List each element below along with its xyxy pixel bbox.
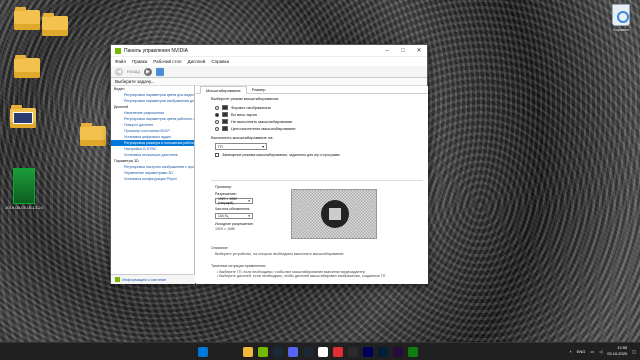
audition-icon[interactable] [363, 347, 373, 357]
description-text: Выберите устройство, на котором необходи… [215, 252, 345, 256]
refresh-rate-dropdown[interactable]: 144 Гц ▾ [215, 213, 253, 219]
folder-icon [42, 13, 68, 36]
notification-icon[interactable]: ▢ [632, 349, 636, 354]
network-icon[interactable]: ▭ [590, 349, 594, 354]
menu-help[interactable]: Справка [211, 59, 229, 64]
desktop-photo-folder[interactable] [6, 105, 40, 129]
preview-heading: Просмотр [215, 185, 232, 189]
tab-strip: Масштабирование Размер [196, 86, 428, 94]
perform-on-label: Выполнить масштабирование на: [211, 135, 274, 140]
scaling-content: Выберите режим масштабирования: Формат и… [211, 96, 423, 278]
desktop-video-file[interactable]: 2019-08-03 16-13-24 [2, 168, 46, 210]
acrobat-icon[interactable] [348, 347, 358, 357]
no-scaling-icon [222, 119, 228, 124]
aspect-ratio-icon [222, 105, 228, 110]
desktop-recycle-bin[interactable]: Корзина [604, 4, 638, 32]
taskbar-icons [198, 347, 418, 357]
system-tray: ˄ ENG ▭ ◁ 13:55 03.10.2020 ▢ [569, 345, 636, 357]
folder-icon [80, 123, 106, 146]
radio-button[interactable] [215, 105, 219, 110]
taskbar: ˄ ENG ▭ ◁ 13:55 03.10.2020 ▢ [0, 342, 640, 360]
back-label[interactable]: Назад [127, 69, 140, 74]
chevron-down-icon: ▾ [248, 199, 250, 203]
nvidia-control-panel-window: Панель управления NVIDIA – □ ✕ Файл Прав… [110, 44, 428, 284]
resolution-dropdown[interactable]: 1920 × 1080 (текущий) ▾ [215, 197, 253, 205]
resolution-label: Разрешение: [215, 192, 237, 196]
nvidia-icon[interactable] [258, 347, 268, 357]
desktop-folder-3[interactable] [38, 13, 72, 37]
task-tree: Видео Регулировка параметров цвета для в… [111, 86, 195, 274]
perform-on-dropdown[interactable]: ГП ▾ [215, 143, 267, 150]
window-title: Панель управления NVIDIA [124, 47, 188, 54]
steam-2-icon[interactable] [303, 347, 313, 357]
radio-button-selected[interactable] [215, 112, 219, 117]
menu-display[interactable]: Дисплей [188, 59, 206, 64]
integer-scaling-icon [222, 126, 228, 131]
select-task-header: Выберите задачу... [111, 78, 427, 86]
override-checkbox-row[interactable]: Замещение режима масштабирования, заданн… [211, 152, 423, 158]
toolbar: ◀ Назад ▶ [111, 66, 427, 78]
premiere-icon[interactable] [393, 347, 403, 357]
nvidia-small-icon [115, 277, 120, 282]
explorer-icon[interactable] [243, 347, 253, 357]
radio-button[interactable] [215, 126, 219, 131]
nvidia-icon [115, 47, 121, 54]
preview-section: Просмотр Разрешение: 1920 × 1080 (текущи… [211, 180, 423, 240]
search-icon[interactable] [213, 347, 223, 357]
tab-scaling[interactable]: Масштабирование [200, 86, 247, 94]
volume-icon[interactable]: ◁ [599, 349, 602, 354]
forward-arrow-icon[interactable]: ▶ [143, 67, 152, 76]
xbox-icon[interactable] [408, 347, 418, 357]
radio-button[interactable] [215, 119, 219, 124]
folder-icon [14, 55, 40, 78]
desktop-folder-4[interactable] [76, 123, 110, 147]
fullscreen-icon [222, 112, 228, 117]
language-indicator[interactable]: ENG [577, 349, 586, 354]
chevron-down-icon: ▾ [262, 145, 264, 149]
source-resolution-value: 1920 × 1080 [215, 227, 236, 231]
task-view-icon[interactable] [228, 347, 238, 357]
chevron-down-icon: ▾ [248, 214, 250, 218]
minimize-icon[interactable]: – [379, 48, 395, 54]
chevron-up-icon[interactable]: ˄ [569, 349, 571, 354]
settings-pane: Масштабирование Размер Выберите режим ма… [196, 86, 428, 284]
windows-icon[interactable] [198, 347, 208, 357]
scaling-mode-option[interactable]: Целочисленное масштабирование [211, 125, 423, 132]
usage-heading: Типичные ситуации применения: [211, 264, 267, 268]
tree-item-physx[interactable]: Установка конфигурации PhysX [111, 176, 194, 182]
menu-desktop[interactable]: Рабочий стол [153, 59, 181, 64]
system-info-link[interactable]: Информация о системе [111, 274, 195, 284]
recycle-bin-icon [612, 4, 630, 26]
menu-file[interactable]: Файл [115, 59, 126, 64]
desktop-folder-2[interactable] [10, 55, 44, 79]
scaling-mode-option[interactable]: Формат изображения [211, 104, 423, 111]
description-section: Описание: Выберите устройство, на которо… [211, 246, 423, 278]
source-resolution-label: Исходное разрешение: [215, 222, 254, 226]
clock[interactable]: 13:55 03.10.2020 [607, 345, 627, 357]
scaling-mode-heading: Выберите режим масштабирования: [211, 96, 279, 101]
back-arrow-icon[interactable]: ◀ [115, 67, 123, 76]
tab-size[interactable]: Размер [247, 86, 271, 93]
home-icon[interactable] [155, 67, 164, 76]
folder-icon [14, 7, 40, 30]
usage-item: • Выберите дисплей, если необходимо, что… [217, 274, 386, 278]
menu-edit[interactable]: Правка [132, 59, 147, 64]
photo-folder-icon [10, 105, 36, 128]
steam-icon[interactable] [273, 347, 283, 357]
title-bar[interactable]: Панель управления NVIDIA – □ ✕ [111, 45, 427, 57]
video-thumbnail-icon [13, 168, 35, 204]
menu-bar: Файл Правка Рабочий стол Дисплей Справка [111, 57, 427, 66]
override-checkbox[interactable] [215, 153, 219, 157]
scaling-preview-image [291, 189, 377, 239]
close-icon[interactable]: ✕ [411, 47, 427, 54]
lightroom-icon[interactable] [333, 347, 343, 357]
scaling-mode-option[interactable]: Не выполнять масштабирование [211, 118, 423, 125]
photoshop-icon[interactable] [378, 347, 388, 357]
maximize-icon[interactable]: □ [395, 48, 411, 54]
refresh-rate-label: Частота обновления: [215, 207, 251, 211]
discord-icon[interactable] [288, 347, 298, 357]
yandex-icon[interactable] [318, 347, 328, 357]
description-heading: Описание: [211, 246, 229, 250]
scaling-mode-option[interactable]: Во весь экран [211, 111, 423, 118]
